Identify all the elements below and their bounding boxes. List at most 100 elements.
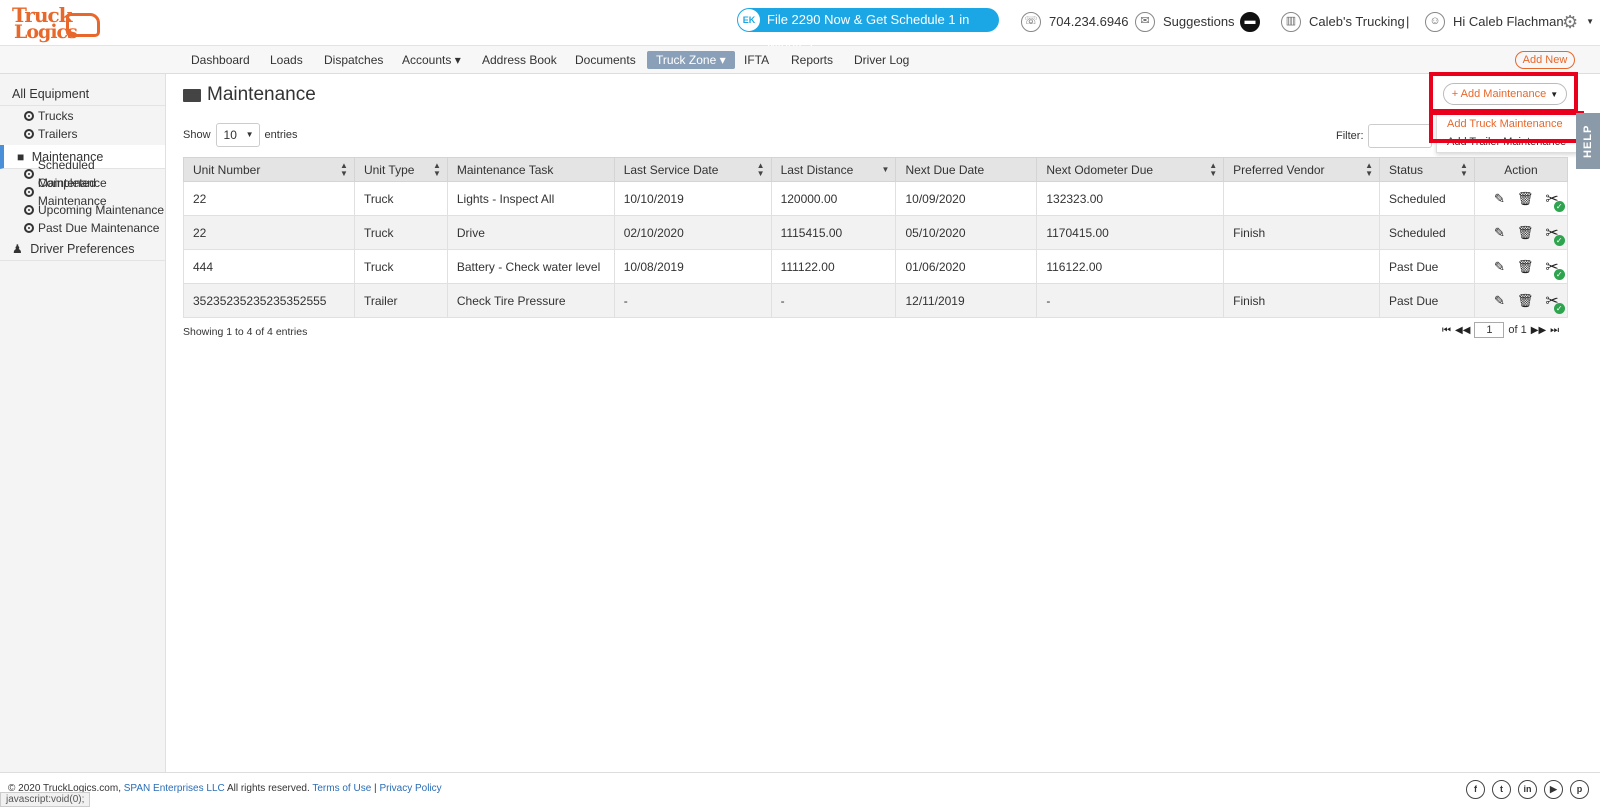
- cell-next-odometer-due: 116122.00: [1036, 249, 1225, 284]
- phone-link[interactable]: ☏ 704.234.6946: [1021, 12, 1129, 32]
- sidebar-item-past-due[interactable]: Past Due Maintenance: [24, 219, 159, 237]
- nav-dispatches[interactable]: Dispatches: [324, 51, 383, 69]
- linkedin-icon[interactable]: in: [1518, 780, 1537, 799]
- cell-maintenance-task: Drive: [446, 215, 615, 250]
- top-header: Truck Logics EK File 2290 Now & Get Sche…: [0, 0, 1600, 51]
- column-header-unit-number[interactable]: Unit Number ▲ ▼: [183, 157, 355, 182]
- edit-pencil-icon[interactable]: ✎: [1494, 225, 1505, 241]
- last-page-icon[interactable]: ⏭: [1550, 325, 1559, 336]
- cell-last-service-date: 10/08/2019: [613, 249, 772, 284]
- sidebar-item-trucks[interactable]: Trucks: [24, 107, 74, 125]
- cell-unit-type: Truck: [353, 249, 448, 284]
- edit-pencil-icon[interactable]: ✎: [1494, 191, 1505, 207]
- complete-maintenance-tools-icon[interactable]: ✂ ✓: [1545, 223, 1565, 246]
- pagination: ⏮ ◀◀ 1 of 1 ▶▶ ⏭: [1442, 322, 1559, 338]
- delete-trash-icon[interactable]: 🗑: [1517, 259, 1534, 275]
- nav-driver-log[interactable]: Driver Log: [854, 51, 909, 69]
- sidebar-item-trailers[interactable]: Trailers: [24, 125, 78, 143]
- column-header-next-due-date[interactable]: Next Due Date: [895, 157, 1038, 182]
- nav-accounts[interactable]: Accounts ▾: [402, 51, 461, 69]
- column-header-last-service-date[interactable]: Last Service Date ▲ ▼: [613, 157, 772, 182]
- prev-page-icon[interactable]: ◀◀: [1455, 325, 1470, 336]
- complete-maintenance-tools-icon[interactable]: ✂ ✓: [1545, 291, 1565, 314]
- cell-next-odometer-due: 132323.00: [1036, 181, 1225, 216]
- column-header-next-odometer-due[interactable]: Next Odometer Due ▲ ▼: [1036, 157, 1225, 182]
- nav-dashboard[interactable]: Dashboard: [191, 51, 250, 69]
- chat-button[interactable]: ▬: [1240, 12, 1260, 32]
- youtube-icon[interactable]: ▶: [1544, 780, 1563, 799]
- sidebar-item-upcoming[interactable]: Upcoming Maintenance: [24, 201, 164, 219]
- filter-label: Filter:: [1336, 130, 1364, 142]
- filter-input[interactable]: [1368, 124, 1432, 148]
- table-row: 22 Truck Lights - Inspect All 10/10/2019…: [183, 181, 1569, 216]
- nav-loads[interactable]: Loads: [270, 51, 303, 69]
- column-header-unit-type[interactable]: Unit Type ▲ ▼: [353, 157, 448, 182]
- cell-last-service-date: 02/10/2020: [613, 215, 772, 250]
- cell-unit-type: Trailer: [353, 283, 448, 318]
- nav-truck-zone[interactable]: Truck Zone ▾: [647, 51, 735, 69]
- edit-pencil-icon[interactable]: ✎: [1494, 259, 1505, 275]
- facebook-icon[interactable]: f: [1466, 780, 1485, 799]
- delete-trash-icon[interactable]: 🗑: [1517, 293, 1534, 309]
- column-header-label: Maintenance Task: [456, 162, 554, 177]
- nav-reports[interactable]: Reports: [791, 51, 833, 69]
- delete-trash-icon[interactable]: 🗑: [1517, 225, 1534, 241]
- column-header-status[interactable]: Status ▲ ▼: [1379, 157, 1475, 182]
- page-number-input[interactable]: 1: [1474, 322, 1505, 338]
- complete-maintenance-tools-icon[interactable]: ✂ ✓: [1545, 189, 1565, 212]
- cell-actions: ✎ 🗑 ✂ ✓: [1473, 249, 1569, 284]
- column-header-preferred-vendor[interactable]: Preferred Vendor ▲ ▼: [1223, 157, 1380, 182]
- cell-next-odometer-due: 1170415.00: [1036, 215, 1225, 250]
- sort-desc-icon: ▼: [881, 165, 890, 174]
- file-2290-promo-button[interactable]: EK File 2290 Now & Get Schedule 1 in Min…: [737, 8, 999, 51]
- next-page-icon[interactable]: ▶▶: [1531, 325, 1546, 336]
- terms-of-use-link[interactable]: Terms of Use: [312, 783, 371, 794]
- page-size-select[interactable]: 10 ▼: [215, 123, 260, 147]
- sidebar-item-completed[interactable]: Completed Maintenance: [24, 176, 165, 208]
- delete-trash-icon[interactable]: 🗑: [1517, 191, 1534, 207]
- sidebar-all-equipment[interactable]: All Equipment: [0, 82, 165, 106]
- cell-preferred-vendor: Finish: [1223, 215, 1380, 250]
- cell-unit-type: Truck: [353, 215, 448, 250]
- settings-button[interactable]: ⚙ ▼: [1562, 12, 1594, 32]
- pinterest-icon[interactable]: p: [1570, 780, 1589, 799]
- cell-maintenance-task: Battery - Check water level: [446, 249, 615, 284]
- table-row: 35235235235235352555 Trailer Check Tire …: [183, 283, 1569, 318]
- first-page-icon[interactable]: ⏮: [1442, 325, 1451, 336]
- complete-maintenance-tools-icon[interactable]: ✂ ✓: [1545, 257, 1565, 280]
- sort-icon: ▲ ▼: [756, 161, 765, 178]
- add-new-button[interactable]: Add New: [1515, 51, 1575, 69]
- user-avatar-icon: ☺: [1425, 12, 1445, 32]
- truck-icon: [183, 88, 201, 102]
- column-header-maintenance-task[interactable]: Maintenance Task: [446, 157, 615, 182]
- sidebar-item-driver-preferences[interactable]: ♟ Driver Preferences: [0, 237, 165, 261]
- cell-last-distance: 1115415.00: [770, 215, 897, 250]
- gear-icon: ⚙: [1562, 12, 1579, 32]
- table-header-row: Unit Number ▲ ▼ Unit Type ▲ ▼ Maintenance Ta…: [183, 157, 1569, 182]
- nav-documents[interactable]: Documents: [575, 51, 636, 69]
- building-icon: ▥: [1281, 12, 1301, 32]
- twitter-icon[interactable]: t: [1492, 780, 1511, 799]
- company-switcher[interactable]: ▥ Caleb's Trucking: [1281, 12, 1405, 32]
- circle-dot-icon: [24, 111, 34, 121]
- user-menu[interactable]: ☺ Hi Caleb Flachman: [1425, 12, 1564, 32]
- nav-address-book[interactable]: Address Book: [482, 51, 557, 69]
- span-enterprises-link[interactable]: SPAN Enterprises LLC: [124, 783, 225, 794]
- cell-actions: ✎ 🗑 ✂ ✓: [1473, 181, 1569, 216]
- nav-ifta[interactable]: IFTA: [744, 51, 769, 69]
- suggestions-link[interactable]: ✉ Suggestions: [1135, 12, 1235, 32]
- table-row: 444 Truck Battery - Check water level 10…: [183, 249, 1569, 284]
- privacy-policy-link[interactable]: Privacy Policy: [379, 783, 441, 794]
- trucklogics-logo[interactable]: Truck Logics: [12, 3, 100, 43]
- user-greeting: Hi Caleb Flachman: [1453, 14, 1564, 29]
- page-size-value: 10: [223, 128, 237, 142]
- help-tab[interactable]: HELP: [1576, 113, 1600, 169]
- circle-dot-icon: [24, 223, 34, 233]
- column-header-last-distance[interactable]: Last Distance ▼: [770, 157, 897, 182]
- circle-dot-icon: [24, 205, 34, 215]
- edit-pencil-icon[interactable]: ✎: [1494, 293, 1505, 309]
- footer: © 2020 TruckLogics.com, SPAN Enterprises…: [0, 772, 1600, 807]
- cell-unit-number: 35235235235235352555: [183, 283, 355, 318]
- sort-icon: ▲ ▼: [432, 161, 441, 178]
- circle-dot-icon: [24, 187, 34, 197]
